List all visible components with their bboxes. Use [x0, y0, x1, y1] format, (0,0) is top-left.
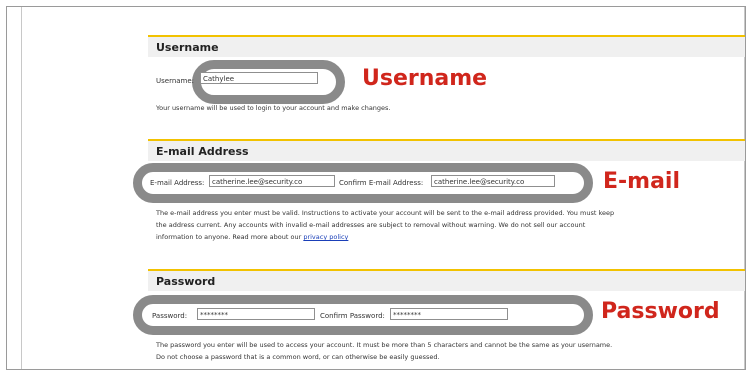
- scroll-tick: [745, 337, 746, 349]
- email-input[interactable]: catherine.lee@security.co: [209, 175, 335, 187]
- password-input[interactable]: ********: [197, 308, 315, 320]
- username-description: Your username will be used to login to y…: [156, 104, 391, 112]
- right-divider: [744, 7, 745, 369]
- left-divider: [21, 7, 22, 369]
- username-input[interactable]: Cathylee: [200, 72, 318, 84]
- username-label: Username:: [156, 77, 195, 85]
- password-description-line-2: Do not choose a password that is a commo…: [156, 353, 440, 361]
- confirm-password-label: Confirm Password:: [320, 312, 385, 320]
- confirm-email-input[interactable]: catherine.lee@security.co: [431, 175, 555, 187]
- email-description-line-3-text: information to anyone. Read more about o…: [156, 233, 302, 241]
- password-description-line-1: The password you enter will be used to a…: [156, 341, 613, 349]
- email-section-title: E-mail Address: [156, 145, 249, 158]
- email-description-line-1: The e-mail address you enter must be val…: [156, 209, 615, 217]
- username-section-title: Username: [156, 41, 219, 54]
- email-description-line-2: the address current. Any accounts with i…: [156, 221, 586, 229]
- username-callout: Username: [362, 66, 488, 91]
- password-section-title: Password: [156, 275, 216, 288]
- email-callout: E-mail: [603, 169, 681, 194]
- privacy-policy-link[interactable]: privacy policy: [303, 233, 348, 241]
- email-section-header: E-mail Address: [148, 139, 745, 161]
- password-label: Password:: [152, 312, 188, 320]
- password-section-header: Password: [148, 269, 745, 291]
- email-label: E-mail Address:: [150, 179, 205, 187]
- confirm-email-label: Confirm E-mail Address:: [339, 179, 424, 187]
- email-description: The e-mail address you enter must be val…: [156, 207, 745, 243]
- email-description-line-3: information to anyone. Read more about o…: [156, 231, 745, 243]
- password-description: The password you enter will be used to a…: [156, 339, 745, 363]
- confirm-password-input[interactable]: ********: [390, 308, 508, 320]
- password-callout: Password: [601, 299, 720, 324]
- username-section-header: Username: [148, 35, 745, 57]
- screenshot-frame: Username Username: Cathylee Username You…: [6, 6, 746, 370]
